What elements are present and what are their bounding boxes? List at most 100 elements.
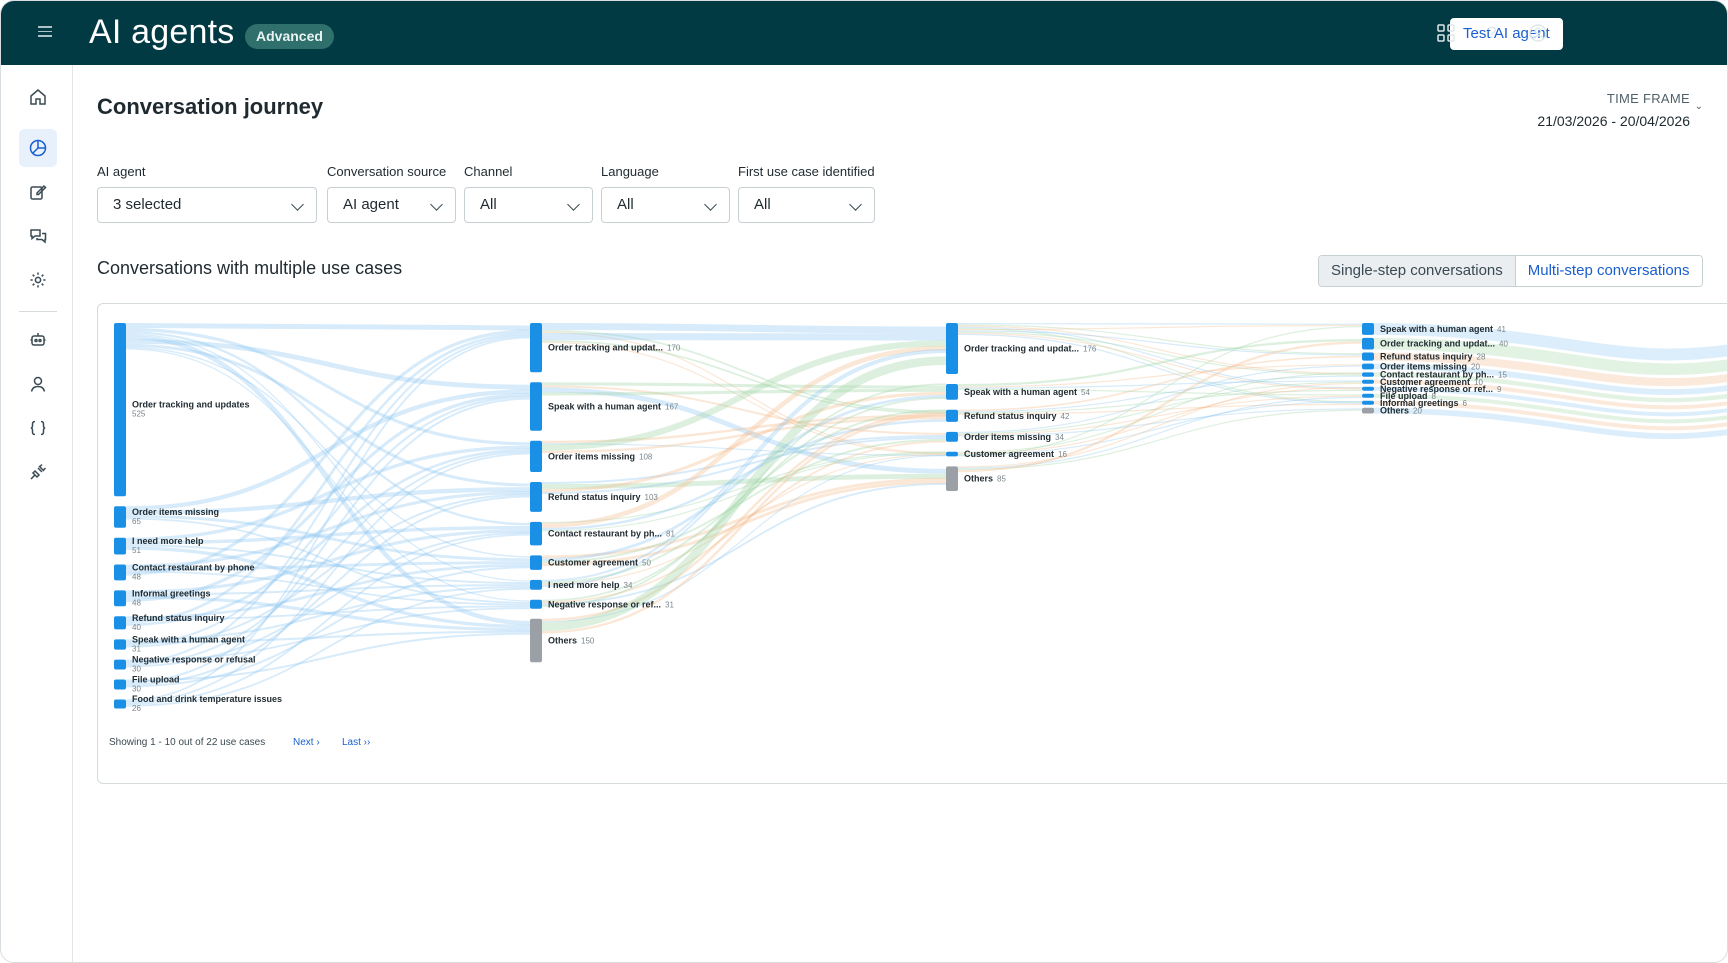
sankey-node[interactable] bbox=[946, 323, 958, 375]
sankey-node[interactable] bbox=[1362, 393, 1374, 398]
single-step-tab[interactable]: Single-step conversations bbox=[1319, 256, 1516, 286]
settings-icon[interactable] bbox=[19, 261, 57, 299]
last-page-link[interactable]: Last ›› bbox=[342, 737, 370, 748]
plugin-icon[interactable] bbox=[19, 453, 57, 491]
sankey-node[interactable] bbox=[1362, 400, 1374, 405]
help-icon[interactable]: ? bbox=[1480, 21, 1504, 45]
sankey-node[interactable] bbox=[946, 466, 958, 492]
sankey-node[interactable] bbox=[1362, 352, 1374, 361]
sankey-node-label: Order items missing bbox=[132, 507, 219, 517]
sankey-node-value: 30 bbox=[132, 684, 141, 693]
sankey-node-value: 150 bbox=[581, 637, 595, 646]
conversation-source-select[interactable]: AI agent bbox=[327, 187, 456, 223]
ai-agent-select[interactable]: 3 selected bbox=[97, 187, 317, 223]
sankey-node[interactable] bbox=[114, 639, 126, 650]
sankey-node[interactable] bbox=[1362, 379, 1374, 384]
sankey-node-value: 50 bbox=[642, 559, 651, 568]
sankey-node[interactable] bbox=[530, 482, 542, 512]
multi-step-tab[interactable]: Multi-step conversations bbox=[1515, 256, 1702, 286]
app-title: AI agents bbox=[89, 13, 235, 51]
sankey-node[interactable] bbox=[114, 659, 126, 670]
sankey-node-value: 34 bbox=[624, 581, 633, 590]
sankey-node[interactable] bbox=[114, 506, 126, 528]
sankey-node-label: Customer agreement bbox=[964, 449, 1054, 459]
sankey-node-value: 108 bbox=[639, 452, 653, 461]
sankey-node[interactable] bbox=[530, 382, 542, 431]
sankey-link bbox=[541, 382, 947, 389]
first-use-case-select[interactable]: All bbox=[738, 187, 875, 223]
bot-icon[interactable] bbox=[19, 321, 57, 359]
sankey-node[interactable] bbox=[946, 384, 958, 400]
sankey-node[interactable] bbox=[114, 590, 126, 607]
sankey-node[interactable] bbox=[1362, 323, 1374, 335]
channel-select[interactable]: All bbox=[464, 187, 593, 223]
sankey-link bbox=[541, 332, 947, 341]
sankey-node-value: 41 bbox=[1497, 325, 1506, 334]
sankey-node-label: Order items missing bbox=[964, 432, 1051, 442]
sankey-node-value: 54 bbox=[1081, 388, 1090, 397]
sankey-node[interactable] bbox=[530, 579, 542, 590]
sankey-node[interactable] bbox=[114, 323, 126, 497]
sankey-node[interactable] bbox=[114, 564, 126, 581]
sankey-node-value: 40 bbox=[132, 623, 141, 632]
sankey-node-label: Refund status inquiry bbox=[964, 411, 1057, 421]
sankey-node[interactable] bbox=[1362, 363, 1374, 370]
sankey-node-value: 16 bbox=[1058, 450, 1067, 459]
user-icon[interactable] bbox=[19, 365, 57, 403]
code-braces-icon[interactable] bbox=[19, 409, 57, 447]
sankey-node[interactable] bbox=[946, 409, 958, 422]
conversations-icon[interactable] bbox=[19, 217, 57, 255]
chevron-down-icon[interactable]: ⌄ bbox=[1695, 101, 1703, 112]
account-icon[interactable] bbox=[1526, 21, 1550, 45]
sankey-node[interactable] bbox=[946, 431, 958, 442]
sankey-node[interactable] bbox=[1362, 407, 1374, 414]
sankey-node[interactable] bbox=[1362, 372, 1374, 377]
time-frame-value[interactable]: 21/03/2026 - 20/04/2026 bbox=[1537, 113, 1690, 129]
sankey-node-label: Refund status inquiry bbox=[1380, 352, 1473, 362]
home-icon[interactable] bbox=[19, 78, 57, 116]
filter-label-channel: Channel bbox=[464, 164, 513, 179]
sankey-node-value: 28 bbox=[1477, 353, 1486, 362]
sankey-node-value: 26 bbox=[132, 704, 141, 713]
sankey-node[interactable] bbox=[530, 555, 542, 570]
next-page-link[interactable]: Next › bbox=[293, 737, 320, 748]
sankey-node[interactable] bbox=[530, 521, 542, 546]
sankey-node[interactable] bbox=[114, 616, 126, 630]
sankey-node[interactable] bbox=[530, 618, 542, 663]
sankey-node-label: Food and drink temperature issues bbox=[132, 694, 282, 704]
sankey-node-label: Refund status inquiry bbox=[548, 492, 641, 502]
sankey-node-value: 30 bbox=[132, 665, 141, 674]
top-bar: AI agents Advanced Test AI agent ? bbox=[1, 1, 1727, 65]
edit-icon[interactable] bbox=[19, 173, 57, 211]
sankey-node-label: Order items missing bbox=[548, 451, 635, 461]
sankey-node[interactable] bbox=[946, 451, 958, 457]
conversation-source-select-value: AI agent bbox=[343, 196, 399, 213]
page-title: Conversation journey bbox=[97, 94, 324, 119]
sankey-node-label: Others bbox=[548, 636, 577, 646]
sankey-node[interactable] bbox=[114, 537, 126, 555]
sankey-node[interactable] bbox=[1362, 337, 1374, 350]
sankey-node-label: Speak with a human agent bbox=[1380, 324, 1493, 334]
language-select[interactable]: All bbox=[601, 187, 730, 223]
sankey-node[interactable] bbox=[114, 699, 126, 709]
sankey-link bbox=[541, 322, 947, 334]
chevron-down-icon bbox=[430, 198, 443, 211]
sankey-node[interactable] bbox=[114, 679, 126, 690]
sankey-node-label: Order tracking and updates bbox=[132, 400, 250, 410]
sankey-node-value: 42 bbox=[1061, 412, 1070, 421]
sankey-node-label: I need more help bbox=[548, 580, 620, 590]
sankey-node[interactable] bbox=[530, 323, 542, 373]
sankey-node[interactable] bbox=[530, 599, 542, 609]
sankey-node-value: 9 bbox=[1497, 385, 1502, 394]
pagination-summary: Showing 1 - 10 out of 22 use cases bbox=[109, 737, 266, 748]
menu-icon[interactable] bbox=[29, 23, 61, 45]
sankey-node[interactable] bbox=[1362, 386, 1374, 391]
sankey-node-label: Customer agreement bbox=[548, 558, 638, 568]
apps-grid-icon[interactable] bbox=[1434, 21, 1458, 45]
sidebar-divider bbox=[19, 311, 57, 312]
sankey-node[interactable] bbox=[530, 440, 542, 473]
sankey-node-label: Contact restaurant by phone bbox=[132, 562, 255, 572]
sankey-node-label: Informal greetings bbox=[132, 588, 211, 598]
analytics-icon[interactable] bbox=[19, 129, 57, 167]
sankey-node-label: Order tracking and updat... bbox=[548, 343, 663, 353]
